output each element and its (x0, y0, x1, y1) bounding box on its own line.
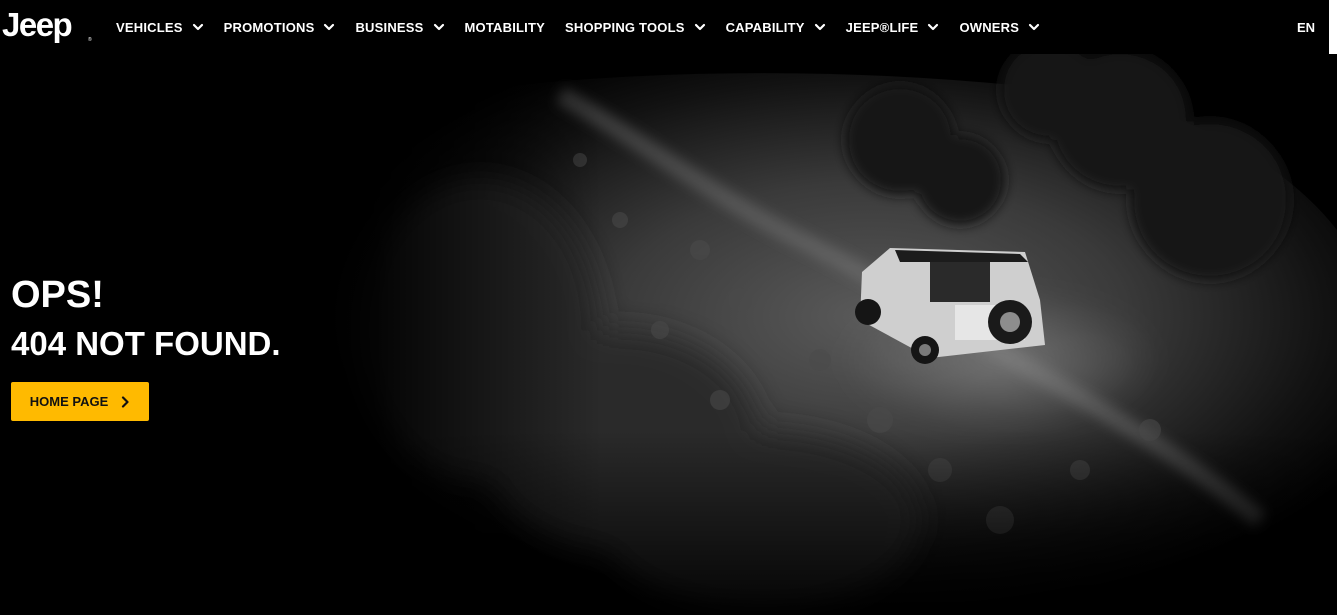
nav-item-motability[interactable]: MOTABILITY (465, 20, 545, 35)
error-subheading: 404 NOT FOUND. (11, 325, 281, 362)
nav-item-promotions[interactable]: PROMOTIONS (224, 20, 336, 35)
nav-item-business[interactable]: BUSINESS (355, 20, 444, 35)
error-message-block: OPS! 404 NOT FOUND. HOME PAGE (11, 272, 281, 421)
nav-item-owners[interactable]: OWNERS (959, 20, 1040, 35)
nav-item-label: PROMOTIONS (223, 19, 315, 35)
jeep-logo[interactable]: Jeep (2, 7, 73, 43)
nav-item-shopping-tools[interactable]: SHOPPING TOOLS (565, 20, 706, 35)
main-menu: VEHICLES PROMOTIONS BUSINESS MOTABILITY … (116, 0, 1060, 54)
scrollbar[interactable] (1329, 0, 1337, 54)
chevron-down-icon (324, 23, 335, 31)
chevron-down-icon (694, 23, 705, 31)
nav-item-label: CAPABILITY (725, 19, 805, 35)
top-navigation: Jeep ® VEHICLES PROMOTIONS BUSINESS MOTA… (0, 0, 1337, 54)
nav-item-label: OWNERS (959, 19, 1020, 35)
nav-item-label: SHOPPING TOOLS (565, 19, 685, 35)
chevron-right-icon (122, 395, 129, 408)
nav-item-label: MOTABILITY (464, 19, 546, 35)
nav-item-label: BUSINESS (355, 19, 424, 35)
chevron-down-icon (1029, 23, 1040, 31)
chevron-down-icon (814, 23, 825, 31)
language-selector[interactable]: EN (1297, 0, 1315, 54)
nav-item-jeep-life[interactable]: JEEP®LIFE (846, 20, 940, 35)
home-page-button-label: HOME PAGE (29, 394, 109, 409)
page: Jeep ® VEHICLES PROMOTIONS BUSINESS MOTA… (0, 0, 1337, 615)
chevron-down-icon (192, 23, 203, 31)
nav-item-capability[interactable]: CAPABILITY (726, 20, 826, 35)
nav-item-vehicles[interactable]: VEHICLES (116, 20, 204, 35)
chevron-down-icon (928, 23, 939, 31)
chevron-down-icon (433, 23, 444, 31)
nav-item-label: JEEP®LIFE (845, 19, 919, 35)
error-heading: OPS! (11, 274, 104, 316)
logo-registered-mark: ® (88, 37, 92, 43)
nav-item-label: VEHICLES (116, 19, 183, 35)
home-page-button[interactable]: HOME PAGE (11, 382, 149, 421)
